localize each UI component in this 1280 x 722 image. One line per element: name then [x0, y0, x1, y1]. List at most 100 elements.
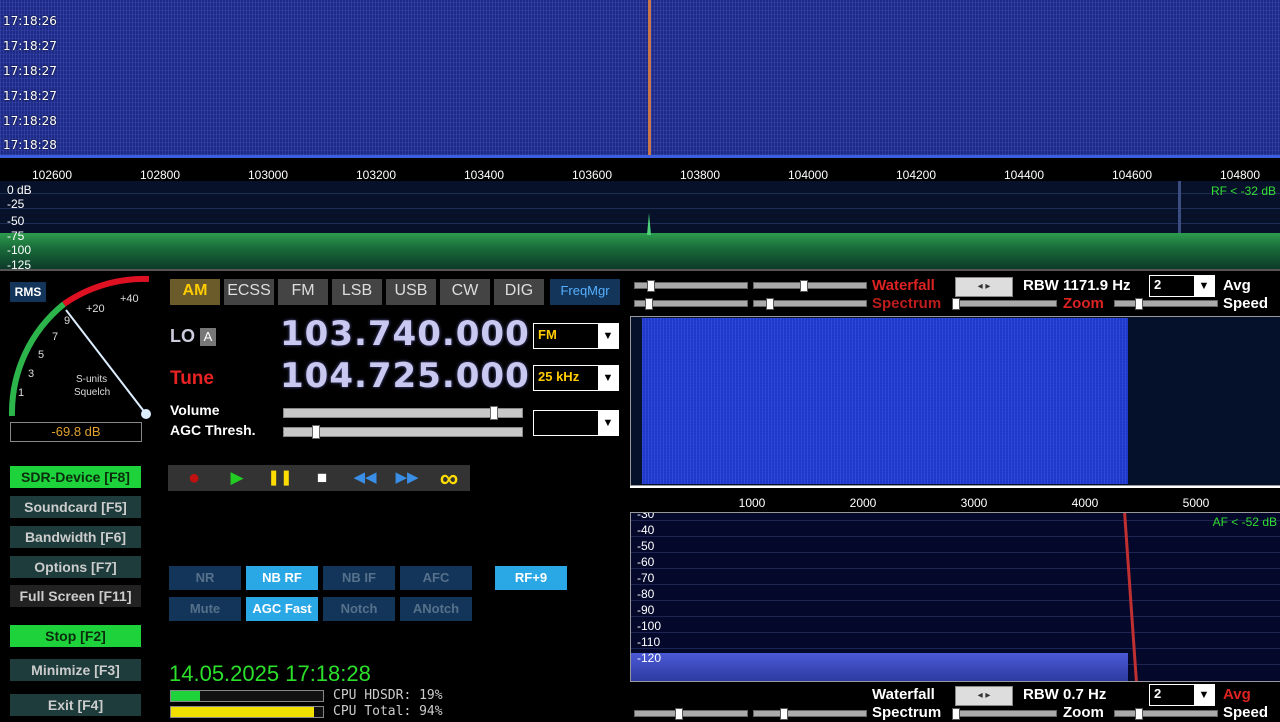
lo-badge[interactable]: A — [200, 328, 216, 346]
bottom-slider-1[interactable] — [634, 708, 748, 720]
bottom-slider-2[interactable] — [753, 708, 867, 720]
record-icon[interactable]: ● — [174, 465, 214, 491]
freq-tick-label: 103600 — [571, 168, 613, 182]
agc-fast-button[interactable]: AGC Fast — [246, 597, 318, 621]
mode-lsb-button[interactable]: LSB — [332, 279, 382, 305]
slider-knob[interactable] — [647, 280, 655, 292]
chevron-down-icon: ▼ — [1194, 276, 1214, 296]
slider-knob[interactable] — [645, 298, 653, 310]
rbw-stepper[interactable]: ◂ ▸ — [955, 277, 1013, 297]
freq-tick-label: 104600 — [1111, 168, 1153, 182]
notch-button[interactable]: Notch — [323, 597, 395, 621]
freqmgr-button[interactable]: FreqMgr — [550, 279, 620, 305]
stop-icon[interactable]: ■ — [302, 465, 342, 491]
af-db-label: -90 — [637, 603, 655, 617]
agc-select[interactable]: ▼ — [533, 410, 619, 436]
af-db-label: -70 — [637, 571, 655, 585]
meter-scale-label: 3 — [28, 368, 34, 380]
mode-am-button[interactable]: AM — [170, 279, 220, 305]
cpu-total-text: CPU Total: 94% — [333, 704, 443, 719]
fullscreen-button[interactable]: Full Screen [F11] — [10, 585, 141, 607]
mode-usb-button[interactable]: USB — [386, 279, 436, 305]
nb-rf-button[interactable]: NB RF — [246, 566, 318, 590]
speed-label: Speed — [1223, 295, 1269, 312]
freq-tick-label: 102800 — [139, 168, 181, 182]
tune-step-select[interactable]: 25 kHz ▼ — [533, 365, 619, 391]
anotch-button[interactable]: ANotch — [400, 597, 472, 621]
pause-icon[interactable]: ❚❚ — [260, 465, 300, 491]
rbw-label: RBW 1171.9 Hz — [1023, 277, 1131, 294]
af-tick-label: 4000 — [1071, 496, 1099, 510]
volume-slider-knob[interactable] — [490, 406, 498, 420]
sdr-device-button[interactable]: SDR-Device [F8] — [10, 466, 141, 488]
bottom-rbw-stepper[interactable]: ◂ ▸ — [955, 686, 1013, 706]
bottom-speed-label: Speed — [1223, 704, 1269, 721]
avg-select[interactable]: 2 ▼ — [1149, 275, 1215, 297]
af-db-label: -100 — [637, 619, 662, 633]
chevron-down-icon: ▼ — [1194, 685, 1214, 705]
volume-slider[interactable] — [283, 406, 523, 420]
minimize-button[interactable]: Minimize [F3] — [10, 659, 141, 681]
zoom-slider[interactable] — [952, 298, 1057, 310]
agc-thresh-slider[interactable] — [283, 425, 523, 439]
spectrum-slider-2[interactable] — [753, 298, 867, 310]
grid-line — [631, 552, 1280, 553]
bottom-zoom-slider[interactable] — [952, 708, 1057, 720]
mode-fm-button[interactable]: FM — [278, 279, 328, 305]
mode-cw-button[interactable]: CW — [440, 279, 490, 305]
rewind-icon[interactable]: ◀◀ — [345, 465, 385, 491]
mode-ecss-button[interactable]: ECSS — [224, 279, 274, 305]
af-frequency-scale[interactable]: 1000 2000 3000 4000 5000 — [630, 486, 1280, 512]
af-db-label: -40 — [637, 523, 655, 537]
spectrum-slider-1[interactable] — [634, 298, 748, 310]
grid-line — [631, 520, 1280, 521]
rf-spectrum[interactable]: 0 dB -25 -50 -75 -100 -125 RF < -32 dB — [0, 181, 1280, 269]
play-icon[interactable]: ▶ — [217, 465, 257, 491]
bottom-rbw-label: RBW 0.7 Hz — [1023, 686, 1107, 703]
slider-knob[interactable] — [780, 708, 788, 720]
signal-level-readout: -69.8 dB — [10, 422, 142, 442]
grid-line — [631, 632, 1280, 633]
lo-mode-select[interactable]: FM ▼ — [533, 323, 619, 349]
frequency-scale[interactable]: 102600 102800 103000 103200 103400 10360… — [0, 155, 1280, 184]
slider-knob[interactable] — [1135, 708, 1143, 720]
fast-forward-icon[interactable]: ▶▶ — [387, 465, 427, 491]
rf-waterfall[interactable]: 17:18:26 17:18:27 17:18:27 17:18:27 17:1… — [0, 0, 1280, 155]
waterfall-slider-1[interactable] — [634, 280, 748, 292]
bottom-avg-select[interactable]: 2 ▼ — [1149, 684, 1215, 706]
db-label: -75 — [7, 229, 25, 243]
slider-knob[interactable] — [952, 298, 960, 310]
grid-line — [631, 584, 1280, 585]
speed-slider[interactable] — [1114, 298, 1218, 310]
tune-label: Tune — [170, 368, 214, 389]
af-spectrum[interactable]: -30 -40 -50 -60 -70 -80 -90 -100 -110 -1… — [630, 512, 1280, 682]
bandwidth-button[interactable]: Bandwidth [F6] — [10, 526, 141, 548]
slider-knob[interactable] — [675, 708, 683, 720]
af-tick-label: 1000 — [738, 496, 766, 510]
slider-knob[interactable] — [1135, 298, 1143, 310]
soundcard-button[interactable]: Soundcard [F5] — [10, 496, 141, 518]
meter-scale-label: 9 — [64, 315, 70, 327]
nb-if-button[interactable]: NB IF — [323, 566, 395, 590]
slider-knob[interactable] — [952, 708, 960, 720]
bottom-speed-slider[interactable] — [1114, 708, 1218, 720]
tune-frequency-display[interactable]: 104.725.000 — [280, 356, 530, 396]
loop-icon[interactable]: ∞ — [429, 465, 469, 491]
slider-knob[interactable] — [800, 280, 808, 292]
stop-button[interactable]: Stop [F2] — [10, 625, 141, 647]
db-label: -25 — [7, 197, 25, 211]
waterfall-timestamp: 17:18:28 — [3, 114, 57, 128]
rf9-button[interactable]: RF+9 — [495, 566, 567, 590]
mode-dig-button[interactable]: DIG — [494, 279, 544, 305]
lo-frequency-display[interactable]: 103.740.000 — [280, 314, 530, 354]
options-button[interactable]: Options [F7] — [10, 556, 141, 578]
waterfall-slider-2[interactable] — [753, 280, 867, 292]
mute-button[interactable]: Mute — [169, 597, 241, 621]
exit-button[interactable]: Exit [F4] — [10, 694, 141, 716]
slider-knob[interactable] — [766, 298, 774, 310]
afc-button[interactable]: AFC — [400, 566, 472, 590]
agc-slider-knob[interactable] — [312, 425, 320, 439]
nr-button[interactable]: NR — [169, 566, 241, 590]
spectrum-marker[interactable] — [1178, 181, 1181, 233]
cpu-total-fill — [171, 707, 314, 717]
